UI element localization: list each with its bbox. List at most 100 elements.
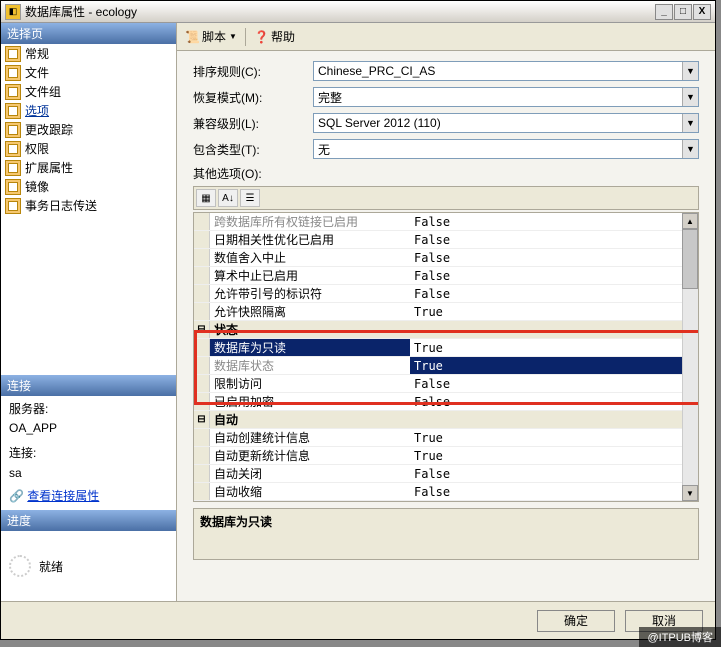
grid-row[interactable]: 跨数据库所有权链接已启用False [194, 213, 698, 231]
expand-icon [194, 483, 210, 500]
nav-item[interactable]: 常规 [1, 44, 176, 63]
scroll-thumb[interactable] [682, 229, 698, 289]
prop-name: 数据库状态 [210, 357, 410, 374]
nav-item[interactable]: 权限 [1, 139, 176, 158]
grid-row[interactable]: 已启用加密False [194, 393, 698, 411]
view-connection-properties-link[interactable]: 查看连接属性 [27, 489, 99, 503]
grid-category[interactable]: ⊟自动 [194, 411, 698, 429]
close-button[interactable]: X [693, 4, 711, 20]
progress-panel: 就绪 [1, 531, 176, 601]
expand-icon [194, 447, 210, 464]
nav-label: 权限 [25, 140, 49, 157]
grid-row[interactable]: 自动关闭False [194, 465, 698, 483]
nav-label: 文件 [25, 64, 49, 81]
prop-value[interactable]: False [410, 213, 698, 230]
ok-button[interactable]: 确定 [537, 610, 615, 632]
nav-item[interactable]: 文件组 [1, 82, 176, 101]
prop-name: 数据库为只读 [210, 339, 410, 356]
grid-row[interactable]: 允许快照隔离True [194, 303, 698, 321]
chevron-down-icon: ▼ [682, 88, 698, 106]
grid-row[interactable]: 数值舍入中止False [194, 249, 698, 267]
compat-select[interactable]: SQL Server 2012 (110)▼ [313, 113, 699, 133]
page-icon [5, 65, 21, 81]
minimize-button[interactable]: _ [655, 4, 673, 20]
expand-icon [194, 213, 210, 230]
prop-value[interactable]: False [410, 465, 698, 482]
nav-item[interactable]: 事务日志传送 [1, 196, 176, 215]
toolbar: 📜 脚本 ▼ ❓ 帮助 [177, 23, 715, 51]
script-icon: 📜 [185, 30, 199, 44]
compat-label: 兼容级别(L): [193, 115, 313, 132]
expand-icon [194, 357, 210, 374]
spinner-icon [9, 555, 31, 577]
prop-name: 日期相关性优化已启用 [210, 231, 410, 248]
connection-value: sa [9, 464, 168, 483]
window-title: 数据库属性 - ecology [25, 3, 654, 20]
grid-row[interactable]: 日期相关性优化已启用False [194, 231, 698, 249]
nav-label: 常规 [25, 45, 49, 62]
server-value: OA_APP [9, 419, 168, 438]
nav-list: 常规文件文件组选项更改跟踪权限扩展属性镜像事务日志传送 [1, 44, 176, 215]
prop-value[interactable]: True [410, 447, 698, 464]
nav-item[interactable]: 镜像 [1, 177, 176, 196]
select-page-header: 选择页 [1, 23, 176, 44]
help-button[interactable]: ❓ 帮助 [250, 26, 299, 47]
prop-value[interactable]: False [410, 375, 698, 392]
grid-category[interactable]: ⊟状态 [194, 321, 698, 339]
prop-value[interactable] [410, 321, 698, 338]
grid-row[interactable]: 自动异步更新统计信息False [194, 501, 698, 502]
nav-label: 事务日志传送 [25, 197, 97, 214]
collation-select[interactable]: Chinese_PRC_CI_AS▼ [313, 61, 699, 81]
scroll-up-button[interactable]: ▲ [682, 213, 698, 229]
categorized-button[interactable]: ▦ [196, 189, 216, 207]
scroll-down-button[interactable]: ▼ [682, 485, 698, 501]
expand-icon [194, 429, 210, 446]
page-icon [5, 179, 21, 195]
nav-label: 更改跟踪 [25, 121, 73, 138]
alphabetical-button[interactable]: A↓ [218, 189, 238, 207]
prop-value[interactable]: False [410, 249, 698, 266]
titlebar[interactable]: ◧ 数据库属性 - ecology _ □ X [1, 1, 715, 23]
prop-value[interactable]: False [410, 285, 698, 302]
expand-icon [194, 375, 210, 392]
properties-button[interactable]: ☰ [240, 189, 260, 207]
nav-item[interactable]: 扩展属性 [1, 158, 176, 177]
expand-icon [194, 339, 210, 356]
recovery-select[interactable]: 完整▼ [313, 87, 699, 107]
containment-select[interactable]: 无▼ [313, 139, 699, 159]
expand-icon [194, 267, 210, 284]
prop-value[interactable]: True [410, 339, 698, 356]
property-grid[interactable]: ▲ ▼ 跨数据库所有权链接已启用False日期相关性优化已启用False数值舍入… [193, 212, 699, 502]
page-icon [5, 46, 21, 62]
prop-value[interactable]: True [410, 429, 698, 446]
expand-icon: ⊟ [194, 321, 210, 338]
prop-value[interactable]: False [410, 231, 698, 248]
grid-row[interactable]: 限制访问False [194, 375, 698, 393]
property-description: 数据库为只读 [193, 508, 699, 560]
grid-row[interactable]: 允许带引号的标识符False [194, 285, 698, 303]
prop-value[interactable]: False [410, 483, 698, 500]
prop-value[interactable]: True [410, 357, 698, 374]
nav-item[interactable]: 选项 [1, 101, 176, 120]
grid-row[interactable]: 自动创建统计信息True [194, 429, 698, 447]
prop-value[interactable]: False [410, 393, 698, 410]
grid-row[interactable]: 数据库状态True [194, 357, 698, 375]
prop-name: 自动关闭 [210, 465, 410, 482]
nav-item[interactable]: 更改跟踪 [1, 120, 176, 139]
grid-row[interactable]: 自动更新统计信息True [194, 447, 698, 465]
help-icon: ❓ [254, 30, 268, 44]
script-button[interactable]: 📜 脚本 ▼ [181, 26, 241, 47]
grid-row[interactable]: 算术中止已启用False [194, 267, 698, 285]
nav-item[interactable]: 文件 [1, 63, 176, 82]
prop-name: 自动创建统计信息 [210, 429, 410, 446]
grid-row[interactable]: 数据库为只读True [194, 339, 698, 357]
prop-value[interactable]: False [410, 501, 698, 502]
maximize-button[interactable]: □ [674, 4, 692, 20]
prop-value[interactable]: True [410, 303, 698, 320]
prop-value[interactable]: False [410, 267, 698, 284]
prop-name: 自动更新统计信息 [210, 447, 410, 464]
server-label: 服务器: [9, 400, 168, 419]
prop-value[interactable] [410, 411, 698, 428]
grid-row[interactable]: 自动收缩False [194, 483, 698, 501]
containment-label: 包含类型(T): [193, 141, 313, 158]
